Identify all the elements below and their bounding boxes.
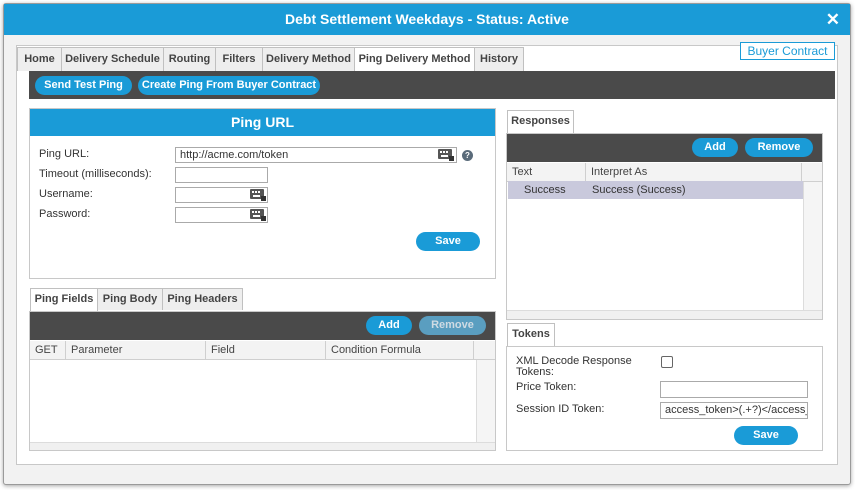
timeout-label: Timeout (milliseconds): — [39, 168, 152, 180]
password-label: Password: — [39, 208, 91, 220]
tab-home[interactable]: Home — [17, 47, 62, 71]
dialog-titlebar: Debt Settlement Weekdays - Status: Activ… — [4, 4, 850, 35]
tab-ping-body[interactable]: Ping Body — [97, 288, 163, 310]
tab-delivery-schedule[interactable]: Delivery Schedule — [61, 47, 164, 71]
column-header[interactable]: Condition Formula — [326, 341, 474, 359]
close-icon[interactable]: ✕ — [826, 4, 840, 35]
responses-header: Text Interpret As — [507, 163, 822, 182]
timeout-input[interactable] — [175, 167, 268, 183]
price-token-label: Price Token: — [516, 381, 577, 393]
ping-url-label: Ping URL: — [39, 148, 90, 160]
ping-url-header: Ping URL — [30, 109, 495, 136]
keyboard-icon[interactable] — [249, 208, 267, 222]
tab-ping-fields[interactable]: Ping Fields — [30, 288, 98, 312]
dialog-title: Debt Settlement Weekdays - Status: Activ… — [285, 11, 569, 27]
ping-fields-add-button[interactable]: Add — [366, 316, 412, 335]
help-icon[interactable]: ? — [462, 150, 473, 161]
tab-ping-delivery-method[interactable]: Ping Delivery Method — [354, 47, 475, 73]
username-label: Username: — [39, 188, 93, 200]
xml-decode-label: XML Decode Response Tokens: — [516, 355, 632, 378]
responses-hscrollbar[interactable] — [507, 310, 822, 319]
column-header[interactable]: Parameter — [66, 341, 206, 359]
session-token-label: Session ID Token: — [516, 403, 605, 415]
tab-tokens[interactable]: Tokens — [507, 323, 555, 347]
tab-history[interactable]: History — [474, 47, 524, 71]
tab-routing[interactable]: Routing — [163, 47, 216, 71]
response-interpret-cell: Success (Success) — [592, 184, 686, 196]
keyboard-icon[interactable] — [249, 188, 267, 202]
ping-url-input[interactable]: http://acme.com/token — [175, 147, 457, 163]
responses-scrollbar[interactable] — [803, 182, 822, 310]
buyer-contract-button[interactable]: Buyer Contract — [740, 42, 835, 60]
session-token-input[interactable]: access_token>(.+?)</access_ — [660, 402, 808, 419]
column-header[interactable]: GET — [30, 341, 66, 359]
ping-url-save-button[interactable]: Save — [416, 232, 480, 251]
create-ping-button[interactable]: Create Ping From Buyer Contract — [138, 76, 320, 95]
column-header[interactable]: Text — [507, 163, 586, 181]
tab-responses[interactable]: Responses — [507, 110, 574, 134]
tokens-save-button[interactable]: Save — [734, 426, 798, 445]
tab-ping-headers[interactable]: Ping Headers — [162, 288, 243, 310]
tab-delivery-method[interactable]: Delivery Method — [262, 47, 355, 71]
table-row[interactable]: Success Success (Success) — [508, 181, 803, 199]
ping-fields-header: GET Parameter Field Condition Formula — [30, 341, 495, 360]
price-token-input[interactable] — [660, 381, 808, 398]
ping-fields-scrollbar[interactable] — [476, 360, 495, 442]
xml-decode-checkbox[interactable] — [661, 356, 673, 368]
keyboard-icon[interactable] — [437, 148, 455, 162]
responses-add-button[interactable]: Add — [692, 138, 738, 157]
column-header[interactable]: Field — [206, 341, 326, 359]
send-test-ping-button[interactable]: Send Test Ping — [35, 76, 132, 95]
tab-filters[interactable]: Filters — [215, 47, 263, 71]
ping-fields-remove-button[interactable]: Remove — [419, 316, 486, 335]
column-header[interactable]: Interpret As — [586, 163, 802, 181]
response-text-cell: Success — [524, 184, 566, 196]
ping-fields-hscrollbar[interactable] — [30, 442, 495, 450]
responses-remove-button[interactable]: Remove — [745, 138, 813, 157]
